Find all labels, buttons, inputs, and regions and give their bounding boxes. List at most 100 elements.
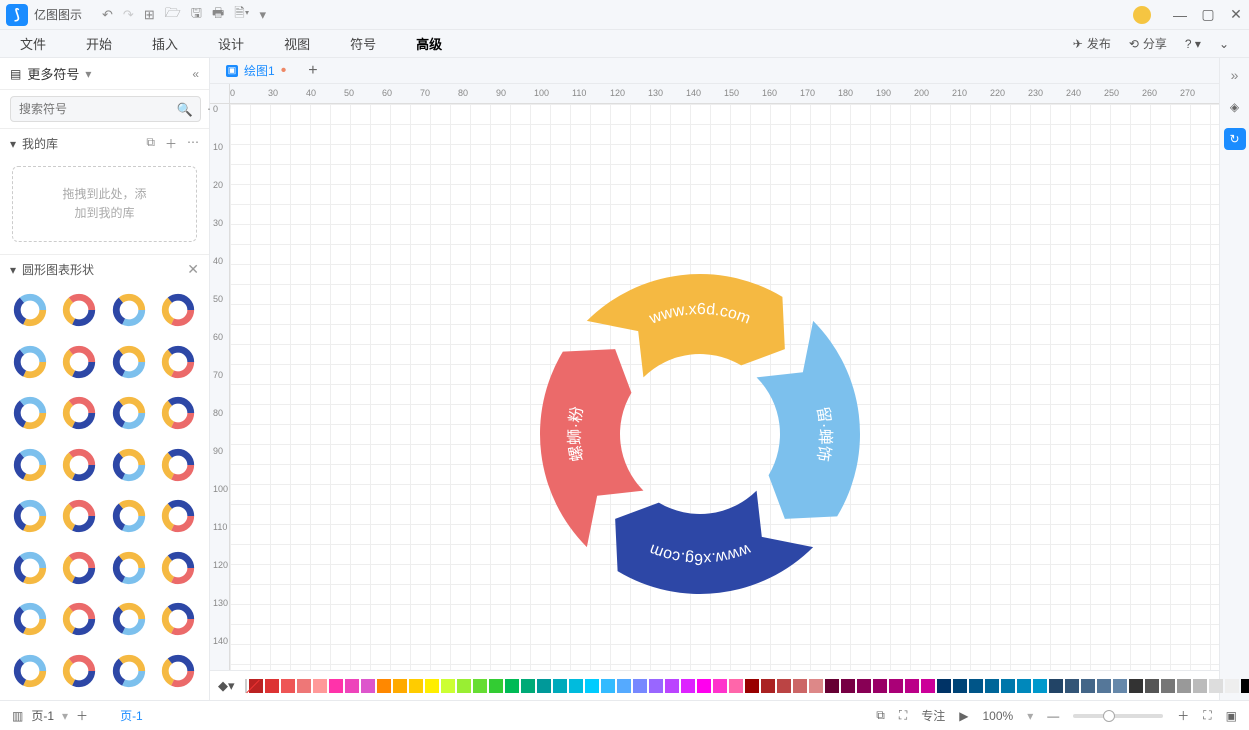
color-swatch[interactable] xyxy=(1241,679,1249,693)
canvas-page[interactable]: www.x6d.com留·蝉饰www.x6g.com螺蛳·粉 xyxy=(230,104,1219,670)
redo-button[interactable]: ↷ xyxy=(123,7,134,23)
fit-button[interactable]: ⛶ xyxy=(1203,708,1211,723)
fill-tool-button[interactable]: ◆▾ xyxy=(218,678,235,694)
zoom-out-button[interactable]: — xyxy=(1047,709,1059,723)
collapse-ribbon-button[interactable]: ⌄ xyxy=(1219,37,1229,51)
shape-thumb[interactable] xyxy=(158,651,198,691)
color-swatch[interactable] xyxy=(505,679,519,693)
color-swatch[interactable] xyxy=(857,679,871,693)
shape-thumb[interactable] xyxy=(158,599,198,639)
layers-button[interactable]: ⧉ xyxy=(876,708,885,723)
color-swatch[interactable] xyxy=(1177,679,1191,693)
shape-thumb[interactable] xyxy=(59,651,99,691)
color-swatch[interactable] xyxy=(457,679,471,693)
shape-thumb[interactable] xyxy=(59,548,99,588)
shape-thumb[interactable] xyxy=(158,393,198,433)
shape-thumb[interactable] xyxy=(158,496,198,536)
search-icon[interactable]: 🔍 xyxy=(177,102,193,118)
shape-thumb[interactable] xyxy=(158,445,198,485)
color-swatch[interactable] xyxy=(329,679,343,693)
add-page-button[interactable]: ＋ xyxy=(76,707,88,724)
more-button[interactable]: ▾ xyxy=(259,7,266,23)
share-button[interactable]: ⟲ 分享 xyxy=(1129,35,1167,52)
color-swatch[interactable] xyxy=(841,679,855,693)
color-swatch[interactable] xyxy=(825,679,839,693)
help-button[interactable]: ? ▾ xyxy=(1185,37,1201,51)
color-swatch[interactable] xyxy=(649,679,663,693)
color-swatch[interactable] xyxy=(681,679,695,693)
color-swatch[interactable] xyxy=(1065,679,1079,693)
color-swatch[interactable] xyxy=(873,679,887,693)
shape-thumb[interactable] xyxy=(10,290,50,330)
shape-thumb[interactable] xyxy=(10,548,50,588)
publish-button[interactable]: ✈ 发布 xyxy=(1073,35,1111,52)
color-swatch[interactable] xyxy=(1001,679,1015,693)
color-swatch[interactable] xyxy=(313,679,327,693)
shape-thumb[interactable] xyxy=(10,496,50,536)
shape-thumb[interactable] xyxy=(158,342,198,382)
mylib-header[interactable]: ▾ 我的库 ⧉ ＋ ⋯ xyxy=(0,128,209,158)
color-swatch[interactable] xyxy=(1209,679,1223,693)
color-swatch[interactable] xyxy=(1161,679,1175,693)
sheet-tab[interactable]: 页-1 xyxy=(120,707,143,724)
close-button[interactable]: ✕ xyxy=(1229,6,1243,23)
menu-advanced[interactable]: 高级 xyxy=(416,34,442,53)
mylib-more-button[interactable]: ⋯ xyxy=(187,135,199,152)
color-swatch[interactable] xyxy=(745,679,759,693)
color-swatch[interactable] xyxy=(1145,679,1159,693)
color-swatch[interactable] xyxy=(1033,679,1047,693)
shape-thumb[interactable] xyxy=(109,445,149,485)
color-swatch[interactable] xyxy=(617,679,631,693)
menu-file[interactable]: 文件 xyxy=(20,34,46,53)
color-swatch[interactable] xyxy=(521,679,535,693)
mylib-import-button[interactable]: ⧉ xyxy=(146,135,155,152)
shape-thumb[interactable] xyxy=(59,496,99,536)
shape-thumb[interactable] xyxy=(59,290,99,330)
shape-thumb[interactable] xyxy=(109,290,149,330)
maximize-button[interactable]: ▢ xyxy=(1201,6,1215,23)
color-swatch[interactable] xyxy=(921,679,935,693)
shape-thumb[interactable] xyxy=(10,393,50,433)
color-swatch[interactable] xyxy=(697,679,711,693)
color-swatch[interactable] xyxy=(585,679,599,693)
menu-design[interactable]: 设计 xyxy=(218,34,244,53)
color-swatch[interactable] xyxy=(1017,679,1031,693)
color-swatch[interactable] xyxy=(393,679,407,693)
color-swatch[interactable] xyxy=(777,679,791,693)
shape-thumb[interactable] xyxy=(109,496,149,536)
color-swatch[interactable] xyxy=(1049,679,1063,693)
shapes-header[interactable]: ▾ 圆形图表形状 ✕ xyxy=(0,254,209,284)
zoom-value[interactable]: 100% xyxy=(983,709,1014,723)
donut-chart[interactable]: www.x6d.com留·蝉饰www.x6g.com螺蛳·粉 xyxy=(530,264,870,604)
shape-thumb[interactable] xyxy=(10,445,50,485)
color-swatch[interactable] xyxy=(953,679,967,693)
color-swatch[interactable] xyxy=(761,679,775,693)
color-swatch[interactable] xyxy=(345,679,359,693)
color-swatch[interactable] xyxy=(601,679,615,693)
color-swatch[interactable] xyxy=(1113,679,1127,693)
color-swatch[interactable] xyxy=(361,679,375,693)
canvas-viewport[interactable]: www.x6d.com留·蝉饰www.x6g.com螺蛳·粉 xyxy=(230,104,1219,670)
export-button[interactable]: 🗎▾ xyxy=(234,4,249,26)
new-button[interactable]: ⊞ xyxy=(144,7,155,23)
page-layout-button[interactable]: ▥ xyxy=(12,709,23,723)
present-button[interactable]: ▣ xyxy=(1226,709,1237,723)
color-swatch[interactable] xyxy=(889,679,903,693)
color-swatch[interactable] xyxy=(809,679,823,693)
color-swatch[interactable] xyxy=(553,679,567,693)
search-input[interactable] xyxy=(10,96,201,122)
color-swatch[interactable] xyxy=(537,679,551,693)
panel-title[interactable]: 更多符号 xyxy=(27,64,79,83)
expand-panel-button[interactable]: » xyxy=(1224,64,1246,86)
shape-thumb[interactable] xyxy=(10,342,50,382)
color-swatch[interactable] xyxy=(937,679,951,693)
color-swatch[interactable] xyxy=(569,679,583,693)
print-button[interactable]: 🖶 xyxy=(212,4,224,26)
new-tab-button[interactable]: + xyxy=(302,62,323,80)
play-button[interactable]: ▶ xyxy=(959,709,968,723)
color-swatch[interactable] xyxy=(729,679,743,693)
shape-thumb[interactable] xyxy=(109,599,149,639)
color-swatch[interactable] xyxy=(793,679,807,693)
color-swatch[interactable] xyxy=(297,679,311,693)
fullscreen-button[interactable]: ⛶ xyxy=(899,708,907,723)
